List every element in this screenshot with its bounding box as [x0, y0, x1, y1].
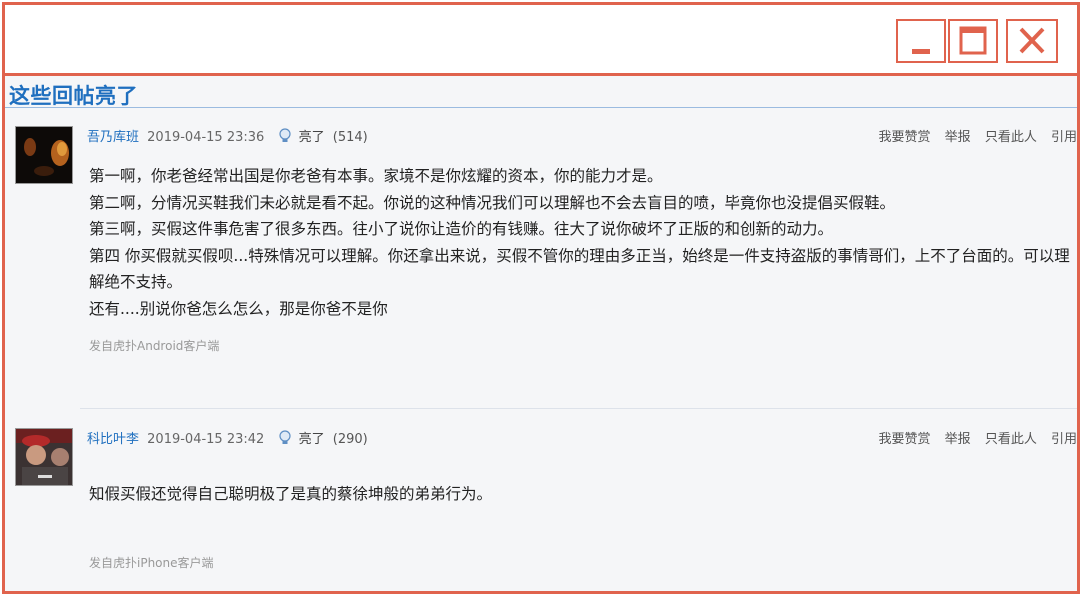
only-this-user-link[interactable]: 只看此人 — [985, 130, 1037, 145]
lightbulb-icon[interactable] — [278, 430, 292, 450]
report-link[interactable]: 举报 — [945, 130, 971, 145]
post-time: 2019-04-15 23:42 — [147, 432, 265, 447]
avatar[interactable] — [15, 126, 73, 184]
lightbulb-icon[interactable] — [278, 128, 292, 148]
maximize-icon — [959, 26, 987, 55]
minimize-button[interactable] — [896, 19, 946, 63]
close-button[interactable] — [1006, 19, 1058, 63]
client-source: 发自虎扑iPhone客户端 — [89, 556, 214, 570]
title-bar — [5, 5, 1077, 76]
post-divider — [80, 408, 1077, 409]
author-name[interactable]: 科比叶李 — [87, 432, 139, 447]
light-button[interactable]: 亮了 — [299, 432, 325, 447]
client-source: 发自虎扑Android客户端 — [89, 339, 220, 353]
report-link[interactable]: 举报 — [945, 432, 971, 447]
post-paragraph: 还有....别说你爸怎么怎么，那是你爸不是你 — [89, 299, 388, 318]
quote-link[interactable]: 引用 — [1051, 130, 1077, 145]
maximize-button[interactable] — [948, 19, 998, 63]
post-body: 第一啊，你老爸经常出国是你老爸有本事。家境不是你炫耀的资本，你的能力才是。 第二… — [89, 163, 1074, 322]
reward-link[interactable]: 我要赞赏 — [879, 432, 931, 447]
post-paragraph: 第一啊，你老爸经常出国是你老爸有本事。家境不是你炫耀的资本，你的能力才是。 — [89, 167, 663, 185]
avatar[interactable] — [15, 428, 73, 486]
quote-link[interactable]: 引用 — [1051, 432, 1077, 447]
post-paragraph: 第二啊，分情况买鞋我们未必就是看不起。你说的这种情况我们可以理解也不会去盲目的喷… — [89, 193, 896, 212]
close-icon — [1019, 27, 1045, 54]
light-count: (514) — [332, 130, 368, 145]
post-meta: 吾乃库班 2019-04-15 23:36 亮了 (514) — [87, 126, 368, 148]
post-paragraph: 知假买假还觉得自己聪明极了是真的蔡徐坤般的弟弟行为。 — [89, 485, 493, 503]
light-count: (290) — [332, 432, 368, 447]
content-area: 这些回帖亮了 吾乃库班 2019-04-15 23:36 亮了 (514) 我要… — [5, 76, 1077, 591]
avatar-image — [16, 429, 72, 485]
light-button[interactable]: 亮了 — [299, 130, 325, 145]
avatar-image — [16, 127, 72, 183]
post-actions: 我要赞赏 举报 只看此人 引用 — [869, 428, 1077, 447]
minimize-icon — [912, 49, 930, 54]
only-this-user-link[interactable]: 只看此人 — [985, 432, 1037, 447]
reward-link[interactable]: 我要赞赏 — [879, 130, 931, 145]
post-actions: 我要赞赏 举报 只看此人 引用 — [869, 126, 1077, 145]
app-window: 这些回帖亮了 吾乃库班 2019-04-15 23:36 亮了 (514) 我要… — [2, 2, 1080, 594]
post-time: 2019-04-15 23:36 — [147, 130, 265, 145]
section-divider — [5, 107, 1077, 108]
post-paragraph: 第三啊，买假这件事危害了很多东西。往小了说你让造价的有钱赚。往大了说你破坏了正版… — [89, 220, 834, 238]
author-name[interactable]: 吾乃库班 — [87, 130, 139, 145]
post-paragraph: 第四 你买假就买假呗...特殊情况可以理解。你还拿出来说，买假不管你的理由多正当… — [89, 246, 1070, 292]
post-meta: 科比叶李 2019-04-15 23:42 亮了 (290) — [87, 428, 368, 450]
post-body: 知假买假还觉得自己聪明极了是真的蔡徐坤般的弟弟行为。 — [89, 481, 1074, 508]
section-title: 这些回帖亮了 — [9, 84, 138, 108]
